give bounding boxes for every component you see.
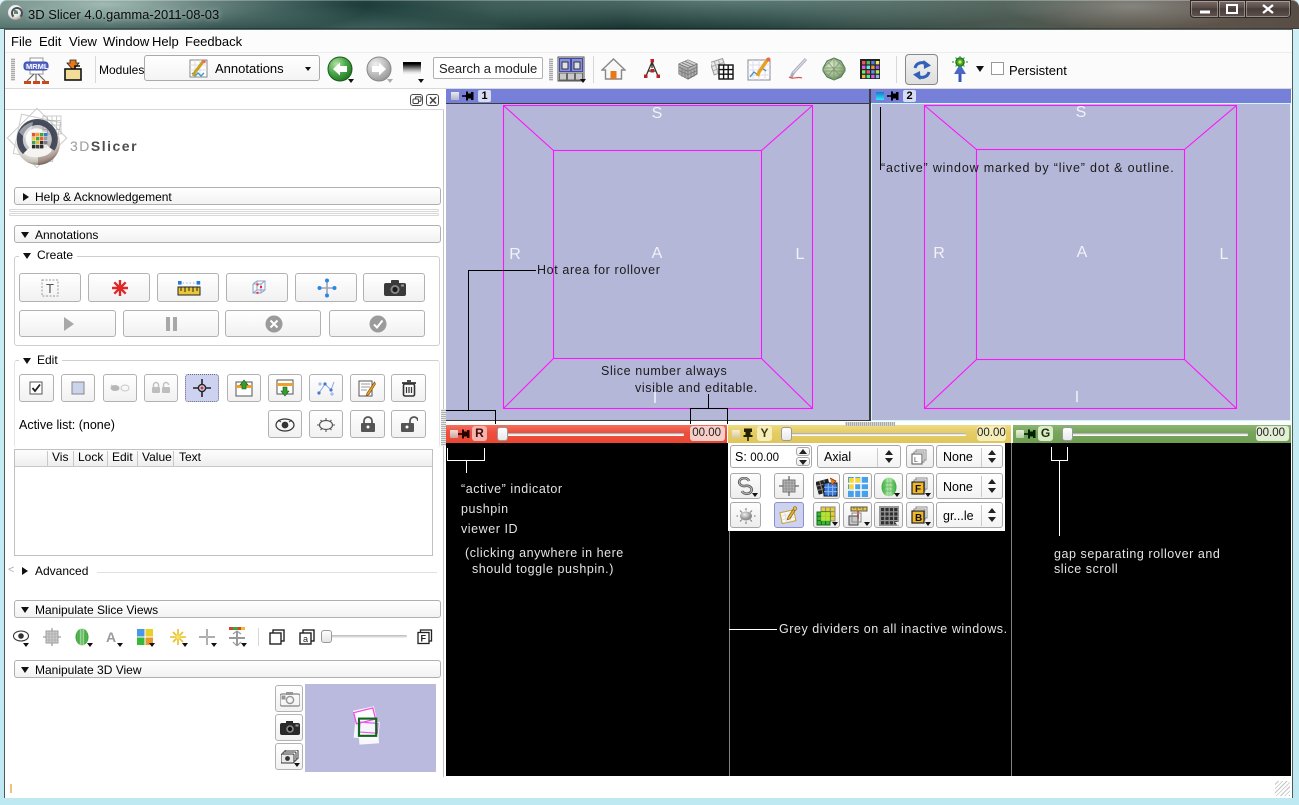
svg-text:MRML: MRML <box>26 62 49 71</box>
svg-text:F: F <box>915 484 921 495</box>
svg-text:T: T <box>46 281 54 296</box>
svg-text:B: B <box>915 513 922 524</box>
svg-text:F: F <box>421 634 427 644</box>
svg-text:a: a <box>303 634 308 644</box>
svg-text:L: L <box>914 457 918 464</box>
